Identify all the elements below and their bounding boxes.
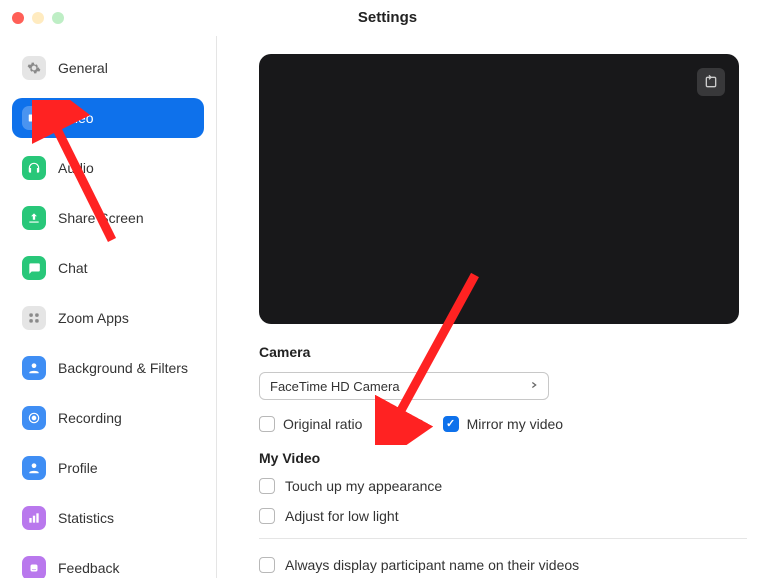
feedback-icon (22, 556, 46, 578)
touch-up-checkbox[interactable]: Touch up my appearance (259, 478, 751, 494)
sidebar: General Video Audio Share Screen Chat (0, 36, 217, 578)
profile-icon (22, 456, 46, 480)
my-video-section-label: My Video (259, 450, 751, 466)
checkbox-label: Mirror my video (467, 416, 563, 432)
checkbox-box (443, 416, 459, 432)
sidebar-item-statistics[interactable]: Statistics (12, 498, 204, 538)
stats-icon (22, 506, 46, 530)
headphones-icon (22, 156, 46, 180)
checkbox-label: HD (404, 416, 424, 432)
sidebar-item-label: Profile (58, 460, 98, 476)
camera-options-row: Original ratio HD Mirror my video (259, 416, 751, 432)
main-content: Camera FaceTime HD Camera Original ratio… (217, 36, 775, 578)
share-screen-icon (22, 206, 46, 230)
checkbox-box (380, 416, 396, 432)
chat-icon (22, 256, 46, 280)
mirror-video-checkbox[interactable]: Mirror my video (443, 416, 563, 432)
sidebar-item-label: Statistics (58, 510, 114, 526)
original-ratio-checkbox[interactable]: Original ratio (259, 416, 362, 432)
checkbox-box (259, 508, 275, 524)
close-window-button[interactable] (12, 12, 24, 24)
sidebar-item-label: General (58, 60, 108, 76)
sidebar-item-video[interactable]: Video (12, 98, 204, 138)
sidebar-item-label: Feedback (58, 560, 119, 576)
apps-icon (22, 306, 46, 330)
sidebar-item-label: Audio (58, 160, 94, 176)
window-title: Settings (0, 9, 775, 26)
sidebar-item-label: Share Screen (58, 210, 144, 226)
sidebar-item-profile[interactable]: Profile (12, 448, 204, 488)
checkbox-label: Original ratio (283, 416, 362, 432)
video-icon (22, 106, 46, 130)
video-preview (259, 54, 739, 324)
participant-name-checkbox[interactable]: Always display participant name on their… (259, 557, 751, 573)
gear-icon (22, 56, 46, 80)
hd-checkbox[interactable]: HD (380, 416, 424, 432)
rotate-camera-button[interactable] (697, 68, 725, 96)
minimize-window-button[interactable] (32, 12, 44, 24)
record-icon (22, 406, 46, 430)
sidebar-item-label: Recording (58, 410, 122, 426)
low-light-checkbox[interactable]: Adjust for low light (259, 508, 751, 524)
checkbox-box (259, 478, 275, 494)
section-divider (259, 538, 747, 539)
person-bg-icon (22, 356, 46, 380)
camera-select[interactable]: FaceTime HD Camera (259, 372, 549, 400)
sidebar-item-recording[interactable]: Recording (12, 398, 204, 438)
sidebar-item-label: Video (58, 110, 94, 126)
checkbox-box (259, 416, 275, 432)
sidebar-item-share-screen[interactable]: Share Screen (12, 198, 204, 238)
sidebar-item-general[interactable]: General (12, 48, 204, 88)
sidebar-item-background-filters[interactable]: Background & Filters (12, 348, 204, 388)
window-controls (0, 12, 64, 24)
sidebar-item-audio[interactable]: Audio (12, 148, 204, 188)
checkbox-label: Always display participant name on their… (285, 557, 579, 573)
sidebar-item-label: Zoom Apps (58, 310, 129, 326)
titlebar: Settings (0, 0, 775, 36)
camera-section-label: Camera (259, 344, 751, 360)
checkbox-label: Adjust for low light (285, 508, 399, 524)
sidebar-item-label: Chat (58, 260, 88, 276)
sidebar-item-zoom-apps[interactable]: Zoom Apps (12, 298, 204, 338)
sidebar-item-label: Background & Filters (58, 360, 188, 376)
camera-select-wrap[interactable]: FaceTime HD Camera (259, 372, 549, 400)
checkbox-box (259, 557, 275, 573)
sidebar-item-feedback[interactable]: Feedback (12, 548, 204, 578)
maximize-window-button[interactable] (52, 12, 64, 24)
checkbox-label: Touch up my appearance (285, 478, 442, 494)
sidebar-item-chat[interactable]: Chat (12, 248, 204, 288)
